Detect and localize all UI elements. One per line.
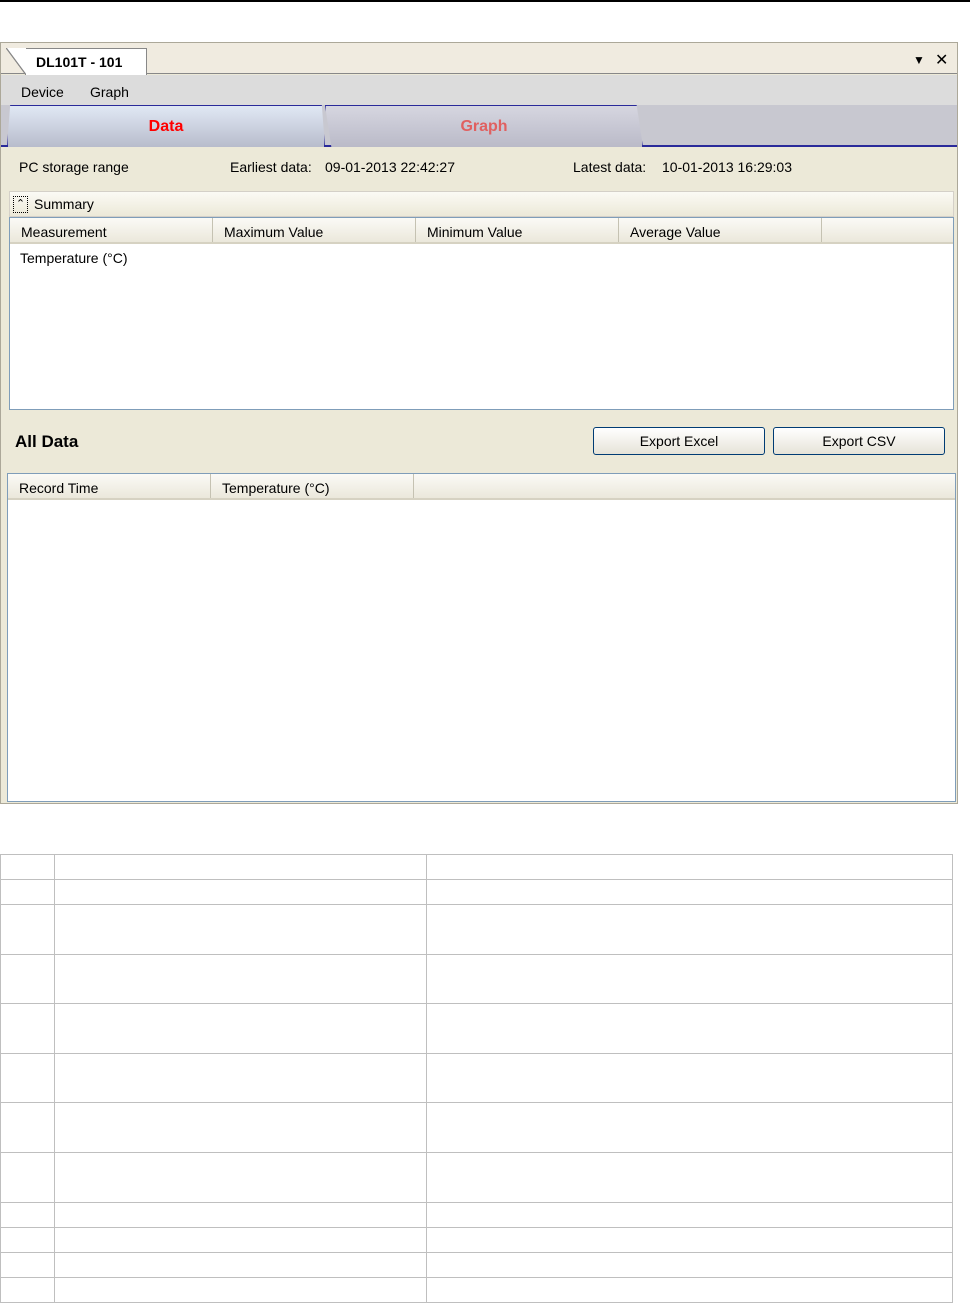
summary-row-measurement[interactable]: Temperature (°C) (20, 250, 128, 266)
table-cell (426, 879, 953, 905)
table-cell (426, 1003, 953, 1054)
menu-device[interactable]: Device (21, 84, 64, 100)
table-cell (54, 854, 427, 880)
col-measurement[interactable]: Measurement (10, 218, 213, 242)
document-table (0, 854, 953, 1303)
close-icon[interactable]: ✕ (935, 50, 948, 70)
table-cell (0, 1252, 55, 1278)
page-top-rule (0, 0, 970, 2)
document-tab[interactable]: DL101T - 101 (6, 48, 147, 75)
table-row (0, 1053, 953, 1103)
summary-grid-header: Measurement Maximum Value Minimum Value … (10, 218, 953, 244)
table-row (0, 1152, 953, 1203)
logger-window: DL101T - 101 ▼ ✕ Device Graph Data Graph… (0, 42, 958, 804)
table-cell (0, 1277, 55, 1303)
summary-title: Summary (34, 196, 94, 212)
table-row (0, 1277, 953, 1303)
dropdown-icon[interactable]: ▼ (913, 53, 925, 67)
col-temperature[interactable]: Temperature (°C) (211, 474, 414, 498)
earliest-label: Earliest data: (230, 159, 312, 175)
table-cell (426, 1102, 953, 1153)
table-cell (0, 1227, 55, 1253)
table-cell (426, 1252, 953, 1278)
document-tab-bar: DL101T - 101 ▼ ✕ (1, 43, 957, 75)
table-cell (54, 1003, 427, 1054)
table-row (0, 1227, 953, 1253)
latest-value: 10-01-2013 16:29:03 (662, 159, 792, 175)
table-cell (54, 1102, 427, 1153)
table-cell (54, 1152, 427, 1203)
table-cell (426, 1152, 953, 1203)
table-row (0, 879, 953, 905)
summary-header: ⌃ Summary (9, 191, 954, 217)
view-tabs: Data Graph (1, 105, 957, 147)
table-cell (0, 1053, 55, 1103)
table-row (0, 1252, 953, 1278)
summary-grid: Measurement Maximum Value Minimum Value … (9, 217, 954, 410)
all-data-grid-header: Record Time Temperature (°C) (8, 474, 955, 500)
menu-bar: Device Graph (1, 75, 957, 105)
table-cell (0, 879, 55, 905)
table-cell (0, 1152, 55, 1203)
col-maximum[interactable]: Maximum Value (213, 218, 416, 242)
col-record-time[interactable]: Record Time (8, 474, 211, 498)
table-row (0, 1102, 953, 1153)
table-cell (54, 904, 427, 955)
table-cell (426, 1053, 953, 1103)
tab-data[interactable]: Data (7, 105, 325, 147)
table-row (0, 954, 953, 1004)
export-excel-button[interactable]: Export Excel (593, 427, 765, 455)
col-minimum[interactable]: Minimum Value (416, 218, 619, 242)
menu-graph[interactable]: Graph (90, 84, 129, 100)
earliest-value: 09-01-2013 22:42:27 (325, 159, 455, 175)
table-cell (426, 1227, 953, 1253)
table-cell (54, 954, 427, 1004)
table-cell (426, 1277, 953, 1303)
tab-graph[interactable]: Graph (325, 105, 643, 147)
table-cell (426, 1202, 953, 1228)
export-csv-button[interactable]: Export CSV (773, 427, 945, 455)
table-cell (0, 854, 55, 880)
table-row (0, 1003, 953, 1054)
col-average[interactable]: Average Value (619, 218, 822, 242)
table-cell (0, 1102, 55, 1153)
table-cell (0, 954, 55, 1004)
table-cell (0, 1202, 55, 1228)
table-cell (54, 1053, 427, 1103)
table-cell (426, 954, 953, 1004)
table-row (0, 1202, 953, 1228)
latest-label: Latest data: (573, 159, 647, 175)
table-cell (54, 1252, 427, 1278)
storage-range-label: PC storage range (19, 159, 129, 175)
collapse-icon[interactable]: ⌃ (13, 196, 28, 213)
table-cell (0, 904, 55, 955)
table-cell (54, 879, 427, 905)
table-cell (426, 854, 953, 880)
table-cell (54, 1227, 427, 1253)
table-row (0, 904, 953, 955)
table-cell (426, 904, 953, 955)
all-data-title: All Data (15, 432, 79, 451)
table-cell (54, 1277, 427, 1303)
all-data-grid: Record Time Temperature (°C) (7, 473, 956, 802)
table-row (0, 854, 953, 880)
table-cell (54, 1202, 427, 1228)
table-cell (0, 1003, 55, 1054)
